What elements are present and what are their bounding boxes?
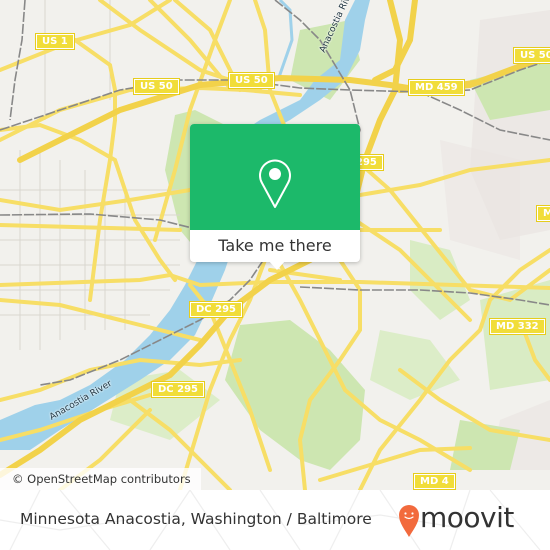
moovit-wordmark: moovit	[420, 501, 514, 534]
map-pin-icon	[259, 159, 291, 208]
route-shield-md-4: MD 4	[413, 473, 456, 490]
route-shield-us-50: US 50	[133, 78, 180, 95]
route-shield-dc-295: DC 295	[151, 381, 205, 398]
footer: Minnesota Anacostia, Washington / Baltim…	[0, 490, 550, 550]
moovit-pin-icon	[399, 505, 419, 537]
route-shield-us-50: US 50	[513, 47, 550, 64]
location-title: Minnesota Anacostia, Washington / Baltim…	[20, 510, 372, 528]
route-shield-md-332: MD 332	[489, 318, 546, 335]
route-shield-us-1: US 1	[35, 33, 75, 50]
route-shield-dc-295: DC 295	[189, 301, 243, 318]
map[interactable]: US 1 US 50 US 50 MD 459 US 50 295 DC 295…	[0, 0, 550, 490]
take-me-there-button[interactable]: Take me there	[190, 230, 360, 262]
route-shield-us-50: US 50	[228, 72, 275, 89]
location-popup[interactable]: Take me there	[190, 124, 360, 270]
popup-header	[190, 124, 360, 230]
route-shield-md-459: MD 459	[408, 79, 465, 96]
moovit-logo[interactable]: moovit	[398, 500, 548, 540]
map-attribution[interactable]: © OpenStreetMap contributors	[0, 468, 201, 490]
popup-pointer	[268, 260, 286, 270]
route-shield-md: M	[536, 205, 550, 222]
